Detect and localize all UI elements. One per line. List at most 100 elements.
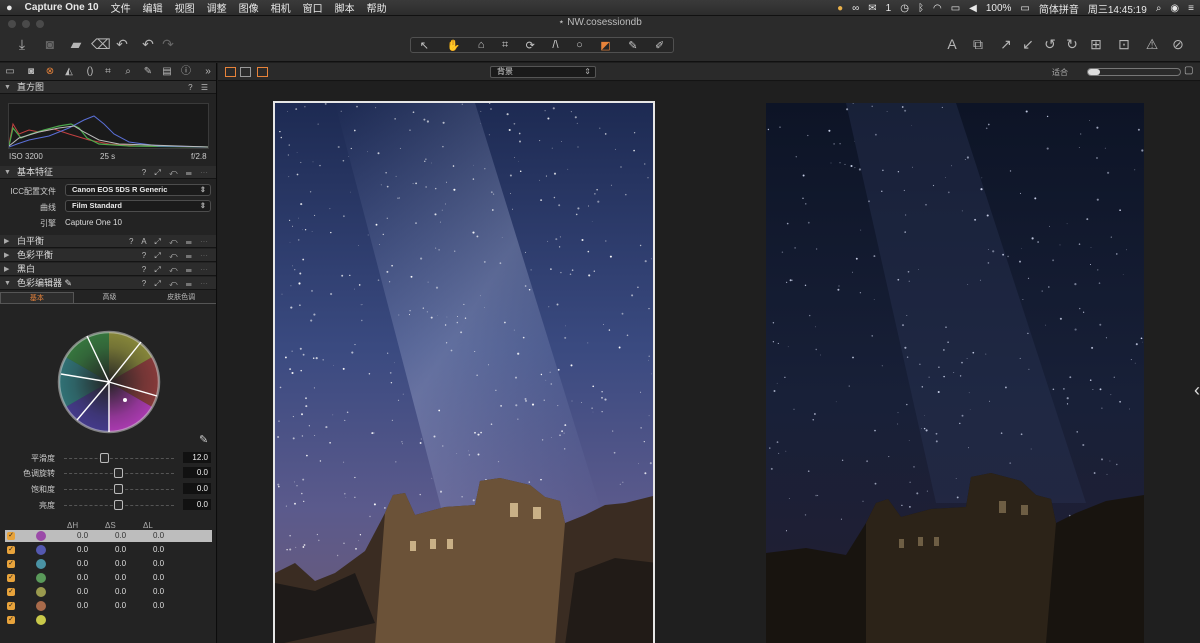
- redo-adjustments-icon[interactable]: ↻: [1064, 36, 1080, 52]
- tab-advanced[interactable]: 高级: [74, 292, 146, 303]
- curve-select[interactable]: Film Standard ⇕: [65, 200, 211, 212]
- spot-removal-icon[interactable]: ○: [576, 39, 583, 51]
- eyedropper-icon[interactable]: ✎: [199, 433, 208, 446]
- battery-icon[interactable]: ▭: [1020, 3, 1029, 14]
- saturation-knob[interactable]: [114, 484, 123, 494]
- menu-help[interactable]: 帮助: [361, 0, 393, 15]
- row-checkbox[interactable]: ✓: [7, 574, 15, 582]
- volume-icon[interactable]: ◀: [969, 3, 977, 14]
- tab-basic[interactable]: 基本: [0, 292, 74, 303]
- hue-rotation-knob[interactable]: [114, 468, 123, 478]
- zoom-in-icon[interactable]: ▢: [1184, 65, 1193, 76]
- siri-icon[interactable]: ◉: [1170, 3, 1179, 14]
- menu-edit[interactable]: 编辑: [137, 0, 169, 15]
- notification-icon[interactable]: ●: [837, 3, 843, 14]
- app-menu[interactable]: Capture One 10: [19, 2, 105, 13]
- table-row[interactable]: ✓: [5, 614, 212, 626]
- stack-icon[interactable]: ⧉: [970, 36, 986, 52]
- capture-tab-icon[interactable]: ◙: [25, 66, 37, 78]
- wheel-selection-marker[interactable]: [123, 398, 127, 402]
- black-white-actions[interactable]: ? ⤢ ↶ ☰ ⋯: [142, 263, 211, 276]
- menu-image[interactable]: 图像: [233, 0, 265, 15]
- table-row[interactable]: ✓ 0.0 0.0 0.0: [5, 544, 212, 556]
- bluetooth-icon[interactable]: ᛒ: [918, 3, 924, 14]
- table-row[interactable]: ✓ 0.0 0.0 0.0: [5, 530, 212, 542]
- zoom-knob[interactable]: [1088, 69, 1100, 75]
- tab-skin-tone[interactable]: 皮肤色调: [145, 292, 216, 303]
- exposure-tab-icon[interactable]: ◭: [63, 66, 75, 78]
- spotlight-icon[interactable]: ⌕: [1156, 3, 1162, 14]
- reset-icon[interactable]: ↶: [114, 36, 130, 52]
- time-machine-icon[interactable]: ◷: [900, 3, 909, 14]
- local-tab-icon[interactable]: ✎: [142, 66, 154, 78]
- color-editor-header[interactable]: ▼ 色彩编辑器 ✎ ? ⤢ ↶ ☰ ⋯: [0, 277, 216, 290]
- menu-view[interactable]: 视图: [169, 0, 201, 15]
- apply-adjustments-icon[interactable]: ↙: [1020, 36, 1036, 52]
- smoothness-knob[interactable]: [100, 453, 109, 463]
- table-row[interactable]: ✓ 0.0 0.0 0.0: [5, 572, 212, 584]
- row-checkbox[interactable]: ✓: [7, 616, 15, 624]
- move-to-folder-icon[interactable]: ▰: [68, 36, 84, 52]
- lens-tab-icon[interactable]: (): [84, 66, 96, 78]
- apple-menu-icon[interactable]: ●: [0, 2, 19, 14]
- keystone-tool-icon[interactable]: /\: [552, 39, 558, 51]
- row-checkbox[interactable]: ✓: [7, 588, 15, 596]
- proof-icon[interactable]: ⊘: [1170, 36, 1186, 52]
- import-icon[interactable]: ⤓: [14, 36, 30, 52]
- menu-scripts[interactable]: 脚本: [329, 0, 361, 15]
- saturation-value[interactable]: 0.0: [183, 483, 211, 494]
- input-method[interactable]: 简体拼音: [1039, 1, 1079, 16]
- creative-cloud-icon[interactable]: ∞: [852, 3, 859, 14]
- color-picker-icon[interactable]: ✎: [628, 39, 637, 52]
- redo-icon[interactable]: ↷: [160, 36, 176, 52]
- crop-tool-icon[interactable]: ⌗: [502, 39, 508, 52]
- color-tab-icon[interactable]: ⊗: [44, 66, 56, 78]
- menu-file[interactable]: 文件: [105, 0, 137, 15]
- text-annotation-icon[interactable]: A: [944, 36, 960, 52]
- white-balance-actions[interactable]: ? A ⤢ ↶ ☰ ⋯: [129, 235, 211, 248]
- clock[interactable]: 周三14:45:19: [1088, 1, 1147, 16]
- local-adjust-icon[interactable]: ◩: [600, 39, 610, 52]
- library-tab-icon[interactable]: ▭: [4, 66, 16, 78]
- pan-tool-icon[interactable]: ✋: [447, 39, 461, 52]
- color-balance-actions[interactable]: ? ⤢ ↶ ☰ ⋯: [142, 249, 211, 262]
- photo-selected[interactable]: [273, 101, 655, 643]
- more-tabs-icon[interactable]: »: [202, 66, 214, 78]
- copy-apply-icon[interactable]: ✐: [655, 39, 664, 52]
- photo-compare[interactable]: [766, 103, 1144, 643]
- row-checkbox[interactable]: ✓: [7, 546, 15, 554]
- chevron-left-icon[interactable]: ‹: [1194, 380, 1200, 401]
- basic-characteristics-header[interactable]: ▼ 基本特征 ? ⤢ ↶ ☰ ⋯: [0, 166, 216, 179]
- row-checkbox[interactable]: ✓: [7, 532, 15, 540]
- composition-tab-icon[interactable]: ⌗: [102, 66, 114, 78]
- lightness-value[interactable]: 0.0: [183, 499, 211, 510]
- row-checkbox[interactable]: ✓: [7, 602, 15, 610]
- compare-icon[interactable]: ⊞: [1088, 36, 1104, 52]
- grid-icon[interactable]: ⊡: [1116, 36, 1132, 52]
- multi-view-icon[interactable]: [225, 67, 236, 77]
- trash-icon[interactable]: ⌫: [91, 36, 111, 52]
- copy-adjustments-icon[interactable]: ↗: [998, 36, 1014, 52]
- loupe-tool-icon[interactable]: ⌂: [478, 39, 485, 51]
- notification-center-icon[interactable]: ≡: [1188, 3, 1194, 14]
- details-tab-icon[interactable]: ⌕: [122, 66, 134, 78]
- metadata-tab-icon[interactable]: ⓘ: [180, 66, 192, 78]
- capture-icon[interactable]: ◙: [42, 36, 58, 52]
- icc-profile-select[interactable]: Canon EOS 5DS R Generic ⇕: [65, 184, 211, 196]
- color-balance-header[interactable]: ▶ 色彩平衡 ? ⤢ ↶ ☰ ⋯: [0, 249, 216, 262]
- primary-view-icon[interactable]: [257, 67, 268, 77]
- color-wheel[interactable]: [57, 330, 161, 434]
- rotate-tool-icon[interactable]: ⟳: [526, 39, 535, 52]
- fit-label[interactable]: 适合: [1052, 67, 1068, 78]
- undo-icon[interactable]: ↶: [140, 36, 156, 52]
- smoothness-track[interactable]: [64, 458, 174, 459]
- lightness-knob[interactable]: [114, 500, 123, 510]
- menu-window[interactable]: 窗口: [297, 0, 329, 15]
- histogram-actions[interactable]: ? ☰: [188, 81, 211, 94]
- row-checkbox[interactable]: ✓: [7, 560, 15, 568]
- zoom-track[interactable]: [1087, 68, 1181, 76]
- table-row[interactable]: ✓ 0.0 0.0 0.0: [5, 600, 212, 612]
- table-row[interactable]: ✓ 0.0 0.0 0.0: [5, 586, 212, 598]
- single-view-icon[interactable]: [240, 67, 251, 77]
- white-balance-header[interactable]: ▶ 白平衡 ? A ⤢ ↶ ☰ ⋯: [0, 235, 216, 248]
